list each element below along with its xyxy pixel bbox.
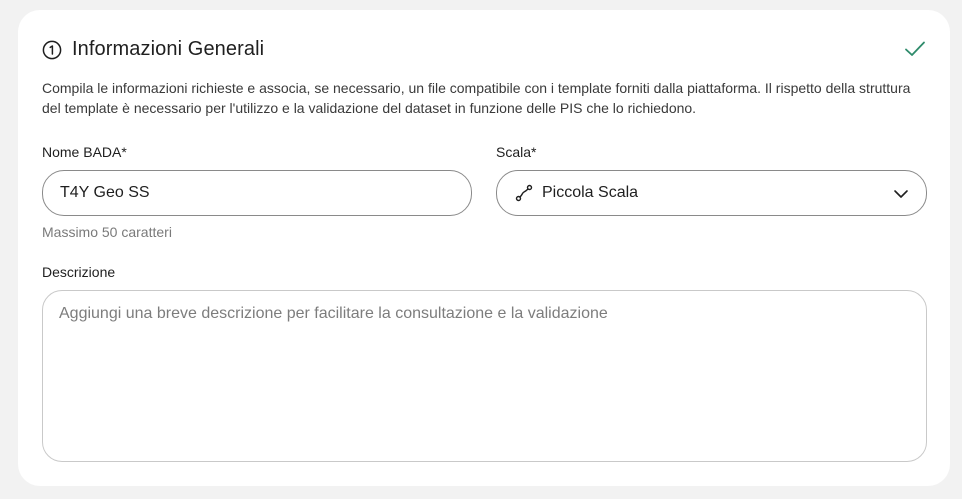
section-description: Compila le informazioni richieste e asso… [42,80,911,116]
circled-number-one-icon [42,40,62,59]
checkmark-icon [905,41,925,56]
chevron-down-icon[interactable] [893,189,909,199]
name-field-label: Nome BADA* [42,144,127,160]
description-placeholder: Aggiungi una breve descrizione per facil… [59,305,608,322]
name-input-value: T4Y Geo SS [60,184,150,201]
section-header: Informazioni Generali [42,38,264,61]
route-icon [515,184,533,202]
general-info-card: Informazioni Generali Compila le informa… [18,10,950,486]
name-input[interactable]: T4Y Geo SS [42,170,472,216]
scale-select[interactable]: Piccola Scala [496,170,927,216]
scale-field-label: Scala* [496,144,537,160]
description-field-label: Descrizione [42,264,116,280]
description-textarea[interactable]: Aggiungi una breve descrizione per facil… [42,290,927,462]
name-field-hint: Massimo 50 caratteri [42,224,172,240]
scale-select-value: Piccola Scala [542,184,639,201]
section-title: Informazioni Generali [72,38,265,60]
